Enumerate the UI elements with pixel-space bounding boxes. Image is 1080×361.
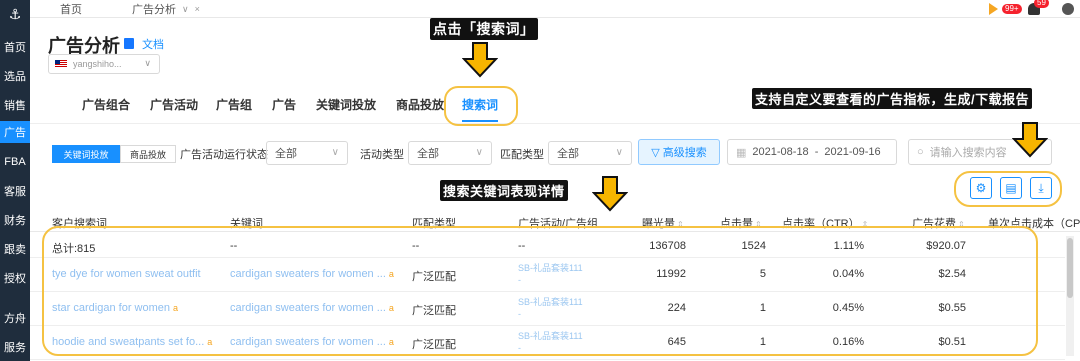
sidebar-item-ark[interactable]: 方舟	[0, 307, 30, 329]
chevron-down-icon: ∨	[144, 58, 151, 68]
sidebar-item-fba[interactable]: FBA	[0, 151, 30, 173]
match-type-select[interactable]: 全部 ∨	[548, 141, 632, 165]
sidebar: ⚓ 首页 选品 销售 广告 FBA 客服 财务 跟卖 授权 方舟 服务	[0, 0, 30, 361]
status-select[interactable]: 全部 ∨	[266, 141, 348, 165]
sidebar-item-service[interactable]: 服务	[0, 336, 30, 358]
bell-icon[interactable]: 59	[1028, 0, 1049, 15]
chevron-down-icon[interactable]: ∨	[182, 4, 189, 15]
chevron-down-icon: ∨	[475, 147, 483, 158]
date-range-picker[interactable]: ▦ 2021-08-18 - 2021-09-16	[727, 139, 897, 165]
tab-product-targeting[interactable]: 商品投放	[396, 96, 444, 113]
sidebar-item-sales[interactable]: 销售	[0, 94, 30, 116]
sidebar-item-finance[interactable]: 财务	[0, 209, 30, 231]
annotation-custom-metrics: 支持自定义要查看的广告指标，生成/下载报告	[752, 88, 1033, 109]
date-start: 2021-08-18	[752, 146, 809, 158]
tab-ad-analysis[interactable]: 广告分析 ∨ ×	[132, 0, 200, 18]
sidebar-item-ads[interactable]: 广告	[0, 121, 30, 143]
annotation-click-search-term: 点击「搜索词」	[430, 18, 538, 40]
arrow-down-icon	[1012, 122, 1048, 158]
match-type-label: 匹配类型	[500, 149, 544, 161]
store-name: yangshiho...	[73, 59, 122, 69]
advanced-search-label: 高级搜索	[662, 147, 707, 159]
status-label: 广告活动运行状态	[180, 149, 268, 161]
sidebar-item-customer-service[interactable]: 客服	[0, 180, 30, 202]
activity-type-value: 全部	[417, 148, 439, 160]
doc-link[interactable]: 文档	[142, 36, 164, 52]
seg-product-targeting[interactable]: 商品投放	[120, 145, 176, 163]
notification-badge: 99+	[1002, 4, 1022, 14]
filter-icon: ▽	[651, 146, 663, 159]
tab-campaign[interactable]: 广告活动	[150, 96, 198, 113]
search-icon: ○	[917, 146, 924, 158]
book-icon	[124, 38, 134, 49]
table-scrollbar[interactable]	[1066, 236, 1074, 356]
tab-ad-analysis-label: 广告分析	[132, 4, 176, 16]
scrollbar-thumb[interactable]	[1067, 238, 1073, 298]
top-right-icons: 99+ 59	[989, 0, 1074, 18]
highlight-ring-search-term-tab	[444, 86, 518, 126]
annotation-search-term-details: 搜索关键词表现详情	[440, 180, 568, 201]
search-placeholder: 请输入搜索内容	[929, 147, 1007, 159]
tab-portfolio[interactable]: 广告组合	[82, 96, 130, 113]
match-type-value: 全部	[557, 148, 579, 160]
status-value: 全部	[275, 148, 297, 160]
activity-type-select[interactable]: 全部 ∨	[408, 141, 492, 165]
tab-home-label: 首页	[60, 4, 82, 16]
sidebar-item-authorization[interactable]: 授权	[0, 267, 30, 289]
play-icon[interactable]: 99+	[989, 3, 1022, 15]
us-flag-icon	[55, 60, 67, 68]
highlight-ring-table	[42, 226, 1038, 356]
bell-badge: 59	[1034, 0, 1049, 8]
date-separator: -	[814, 146, 819, 158]
user-avatar-icon[interactable]	[1062, 3, 1074, 15]
arrow-down-icon	[592, 176, 628, 212]
tab-ad-group[interactable]: 广告组	[216, 96, 252, 113]
app-root: ⚓ 首页 选品 销售 广告 FBA 客服 财务 跟卖 授权 方舟 服务 首页 广…	[0, 0, 1080, 361]
date-end: 2021-09-16	[824, 146, 881, 158]
calendar-icon: ▦	[736, 146, 747, 159]
arrow-down-icon	[462, 42, 498, 78]
chevron-down-icon: ∨	[331, 147, 339, 158]
advanced-search-button[interactable]: ▽ 高级搜索	[638, 139, 720, 165]
sidebar-item-follow-sell[interactable]: 跟卖	[0, 238, 30, 260]
store-select[interactable]: yangshiho... ∨	[48, 54, 160, 74]
chevron-down-icon: ∨	[615, 147, 623, 158]
close-icon[interactable]: ×	[195, 4, 200, 14]
seg-keyword-targeting[interactable]: 关键词投放	[52, 145, 120, 163]
logo-icon[interactable]: ⚓	[4, 3, 26, 25]
top-bar: 首页 广告分析 ∨ × 99+ 59	[30, 0, 1080, 18]
tab-home[interactable]: 首页	[60, 0, 82, 18]
sidebar-item-product-selection[interactable]: 选品	[0, 65, 30, 87]
highlight-ring-action-icons	[954, 171, 1062, 207]
sidebar-item-home[interactable]: 首页	[0, 36, 30, 58]
activity-type-label: 活动类型	[360, 149, 404, 161]
tab-keyword-targeting[interactable]: 关键词投放	[316, 96, 376, 113]
tab-ad[interactable]: 广告	[272, 96, 296, 113]
